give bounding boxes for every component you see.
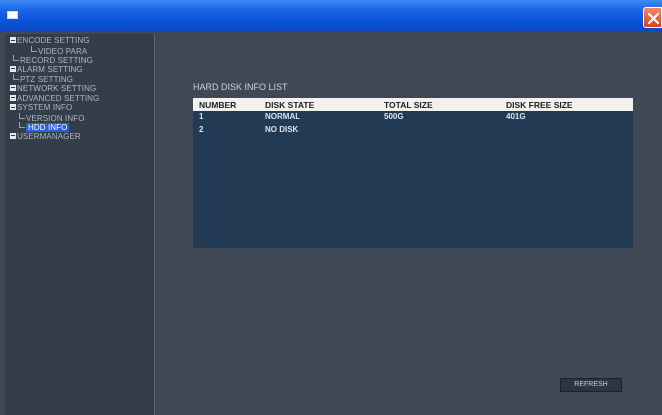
- hard-disk-table: NUMBER DISK STATE TOTAL SIZE DISK FREE S…: [193, 98, 633, 248]
- table-row[interactable]: 2 NO DISK: [193, 125, 633, 137]
- tree-item-version-info[interactable]: VERSION INFO: [5, 112, 155, 123]
- tree-item-usermanager[interactable]: USERMANAGER: [5, 132, 155, 142]
- tree-item-encode-setting[interactable]: ENCODE SETTING: [5, 36, 155, 46]
- close-button[interactable]: [643, 7, 662, 28]
- expand-collapse-icon[interactable]: [10, 84, 16, 91]
- title-bar: [0, 0, 662, 31]
- expand-collapse-icon[interactable]: [10, 104, 16, 111]
- tree-item-alarm-setting[interactable]: ALARM SETTING: [5, 65, 155, 75]
- cell-disk-state: NO DISK: [265, 125, 299, 134]
- tree-connector-icon: [13, 55, 19, 62]
- tree-item-advanced-setting[interactable]: ADVANCED SETTING: [5, 94, 155, 104]
- table-header: NUMBER DISK STATE TOTAL SIZE DISK FREE S…: [193, 98, 633, 111]
- tree-item-record-setting[interactable]: RECORD SETTING: [5, 55, 155, 65]
- column-header-disk-free-size[interactable]: DISK FREE SIZE: [506, 100, 573, 110]
- tree-item-system-info[interactable]: SYSTEM INFO: [5, 103, 155, 113]
- column-header-number[interactable]: NUMBER: [199, 100, 236, 110]
- cell-number: 2: [199, 125, 204, 134]
- cell-disk-free-size: 401G: [506, 112, 526, 121]
- tree-item-network-setting[interactable]: NETWORK SETTING: [5, 84, 155, 94]
- cell-disk-state: NORMAL: [265, 112, 301, 121]
- tree-item-ptz-setting[interactable]: PTZ SETTING: [5, 74, 155, 84]
- settings-tree: ENCODE SETTING VIDEO PARA RECORD SETTING…: [5, 34, 155, 415]
- tree-item-hdd-info[interactable]: HDD INFO: [5, 122, 155, 133]
- cell-total-size: 500G: [384, 112, 404, 121]
- tree-connector-icon: [19, 112, 25, 119]
- column-header-disk-state[interactable]: DISK STATE: [265, 100, 314, 110]
- tree-connector-icon: [31, 45, 37, 52]
- expand-collapse-icon[interactable]: [10, 65, 16, 72]
- tree-connector-icon: [19, 122, 25, 129]
- close-icon: [647, 12, 660, 25]
- refresh-button[interactable]: REFRESH: [560, 378, 622, 392]
- tree-item-video-para[interactable]: VIDEO PARA: [5, 45, 155, 56]
- column-header-total-size[interactable]: TOTAL SIZE: [384, 100, 433, 110]
- expand-collapse-icon[interactable]: [10, 132, 16, 139]
- expand-collapse-icon[interactable]: [10, 37, 16, 43]
- cell-number: 1: [199, 112, 204, 121]
- window-menu-icon[interactable]: [7, 11, 18, 19]
- expand-collapse-icon[interactable]: [10, 94, 16, 101]
- table-row[interactable]: 1 NORMAL 500G 401G: [193, 112, 633, 124]
- page-title: HARD DISK INFO LIST: [193, 82, 288, 92]
- tree-connector-icon: [13, 74, 19, 81]
